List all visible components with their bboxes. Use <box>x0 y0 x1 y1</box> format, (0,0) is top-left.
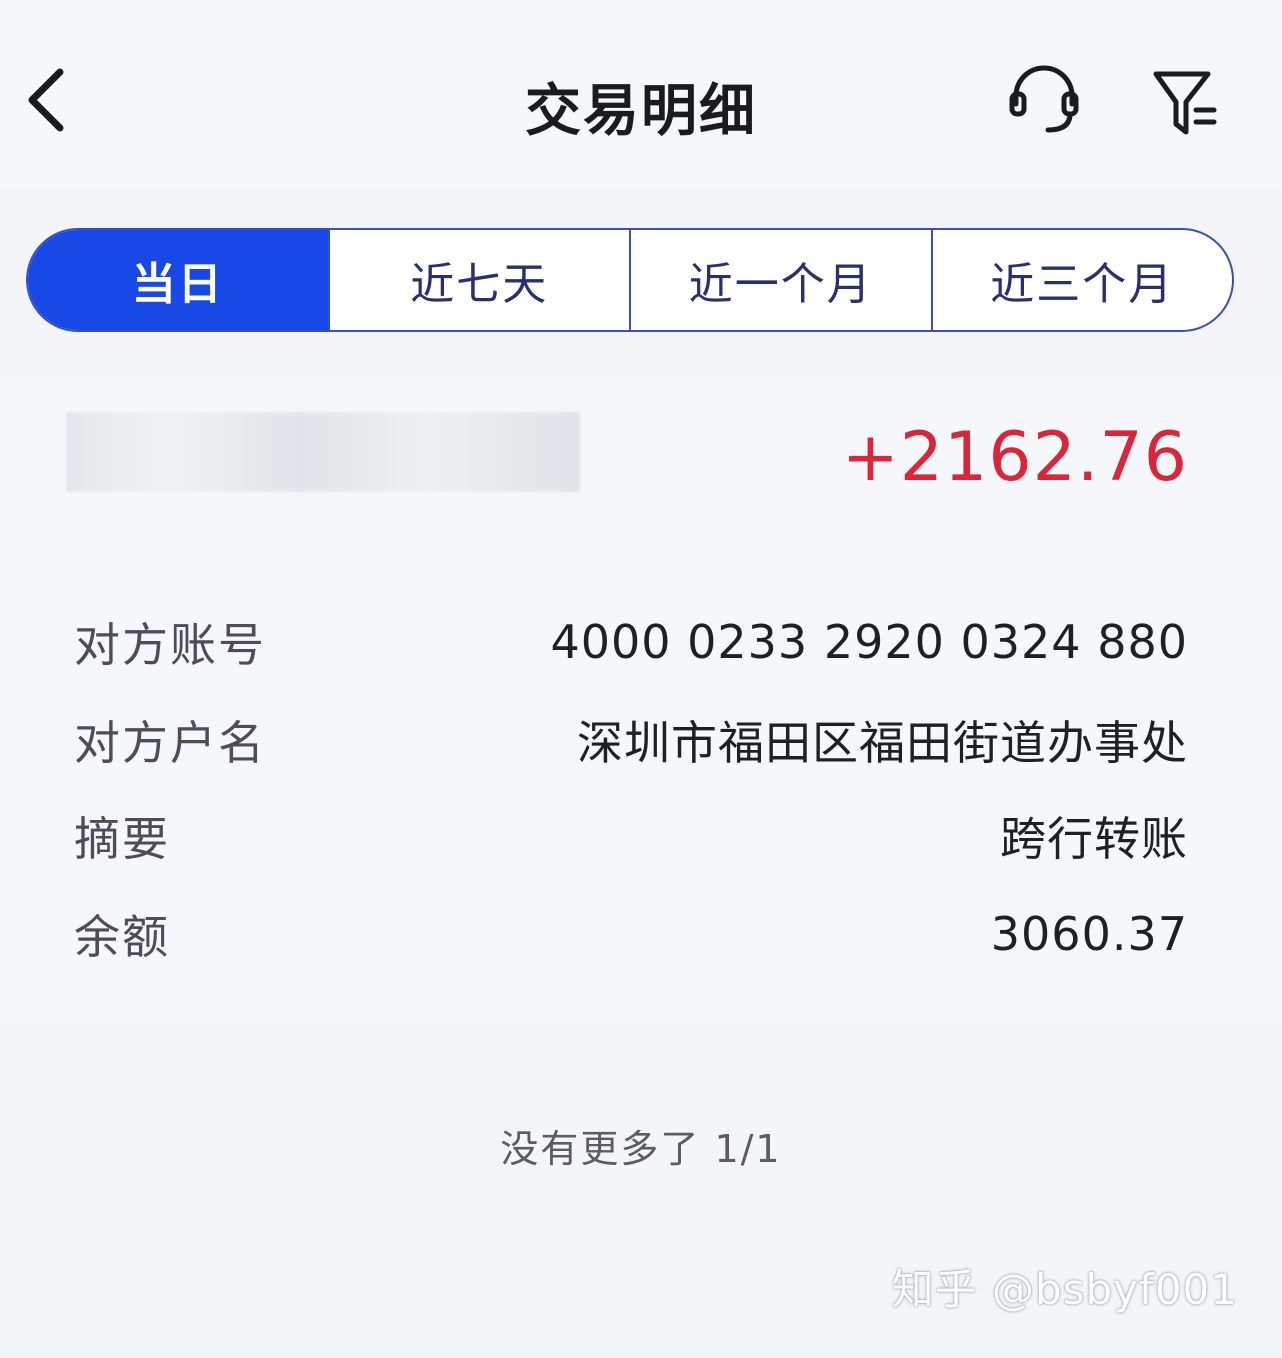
page-title: 交易明细 <box>525 79 757 144</box>
detail-value: 4000 0233 2920 0324 880 <box>550 615 1188 669</box>
watermark: 知乎 @bsbyf001 <box>891 1265 1238 1314</box>
redacted-transaction-title <box>66 412 580 492</box>
detail-value: 3060.37 <box>990 907 1188 961</box>
tab-today[interactable]: 当日 <box>28 230 328 330</box>
tab-last-3-months[interactable]: 近三个月 <box>930 230 1233 330</box>
tab-last-month[interactable]: 近一个月 <box>629 230 931 330</box>
detail-label: 对方户名 <box>74 716 266 770</box>
detail-row-name: 对方户名 深圳市福田区福田街道办事处 <box>74 710 1188 770</box>
detail-row-balance: 余额 3060.37 <box>74 904 1188 964</box>
detail-value: 深圳市福田区福田街道办事处 <box>577 716 1188 770</box>
tab-last-7-days[interactable]: 近七天 <box>327 230 630 330</box>
detail-row-account: 对方账号 4000 0233 2920 0324 880 <box>74 612 1188 672</box>
customer-service-button[interactable] <box>1006 64 1082 140</box>
app-header: 交易明细 <box>0 0 1282 190</box>
headset-icon <box>1009 65 1079 133</box>
no-more-records-text: 没有更多了 1/1 <box>500 1127 782 1171</box>
detail-label: 余额 <box>74 910 170 964</box>
detail-label: 对方账号 <box>74 618 266 672</box>
filter-icon <box>1153 71 1217 135</box>
detail-value: 跨行转账 <box>1000 812 1188 866</box>
detail-label: 摘要 <box>74 812 170 866</box>
date-range-tabs: 当日 近七天 近一个月 近三个月 <box>26 228 1234 332</box>
filter-button[interactable] <box>1150 64 1222 140</box>
transaction-amount: +2162.76 <box>841 418 1188 497</box>
detail-row-summary: 摘要 跨行转账 <box>74 806 1188 866</box>
